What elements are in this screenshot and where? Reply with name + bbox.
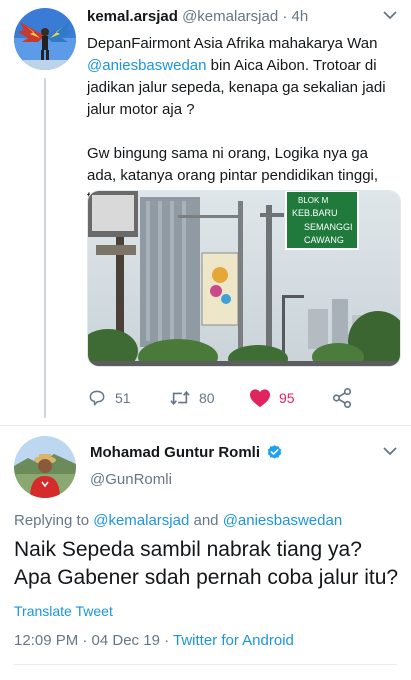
main-avatar[interactable] bbox=[14, 436, 76, 498]
main-display-name[interactable]: Mohamad Guntur Romli bbox=[90, 444, 260, 461]
tweet-text-line: Apa Gabener sdah pernah coba jalur itu? bbox=[14, 566, 399, 589]
tweet-divider bbox=[0, 425, 411, 426]
translate-tweet-link[interactable]: Translate Tweet bbox=[14, 603, 113, 619]
replying-user-link[interactable]: @kemalarsjad bbox=[93, 512, 189, 529]
sign-text-blok: BLOK M bbox=[298, 196, 329, 205]
verified-badge-icon bbox=[267, 445, 282, 459]
sign-text-kebbaru: KEB.BARU bbox=[292, 208, 338, 218]
main-display-name-row: Mohamad Guntur Romli bbox=[90, 444, 283, 461]
sign-text-cawang: CAWANG bbox=[304, 235, 344, 245]
like-count: 95 bbox=[279, 390, 295, 406]
reply-icon bbox=[89, 390, 105, 406]
main-tweet-text: Naik Sepeda sambil nabrak tiang ya? Apa … bbox=[14, 536, 409, 592]
retweet-count: 80 bbox=[199, 390, 215, 406]
tweet-meta: 12:09 PM · 04 Dec 19 · Twitter for Andro… bbox=[14, 632, 294, 649]
share-icon bbox=[332, 388, 352, 408]
tweet-source-link[interactable]: Twitter for Android bbox=[173, 632, 294, 649]
sign-text-semanggi: SEMANGGI bbox=[304, 222, 353, 232]
parent-avatar[interactable] bbox=[14, 8, 76, 70]
tweet-divider bbox=[14, 664, 397, 665]
retweet-icon bbox=[170, 390, 190, 406]
replying-prefix: Replying to bbox=[14, 512, 94, 529]
parent-display-name[interactable]: kemal.arsjad bbox=[87, 8, 178, 25]
chevron-down-icon[interactable] bbox=[383, 446, 397, 456]
parent-tweet[interactable]: kemal.arsjad @kemalarsjad · 4h DepanFair… bbox=[0, 0, 411, 425]
replying-user-link[interactable]: @aniesbaswedan bbox=[223, 512, 342, 529]
reply-button[interactable]: 51 bbox=[87, 385, 131, 411]
parent-time[interactable]: · 4h bbox=[282, 8, 308, 25]
share-button[interactable] bbox=[331, 385, 361, 411]
tweet-photo[interactable]: BLOK M KEB.BARU SEMANGGI CAWANG bbox=[87, 190, 401, 367]
like-button[interactable]: 95 bbox=[249, 385, 295, 411]
parent-handle[interactable]: @kemalarsjad bbox=[182, 8, 278, 25]
parent-tweet-text: DepanFairmont Asia Afrika mahakarya Wan … bbox=[87, 33, 397, 209]
mention-link[interactable]: @aniesbaswedan bbox=[87, 57, 206, 74]
tweet-text-line: Naik Sepeda sambil nabrak tiang ya? bbox=[14, 538, 362, 561]
replying-and: and bbox=[189, 512, 223, 529]
main-handle[interactable]: @GunRomli bbox=[90, 471, 172, 488]
reply-count: 51 bbox=[115, 390, 131, 406]
chevron-down-icon[interactable] bbox=[383, 10, 397, 20]
parent-tweet-header: kemal.arsjad @kemalarsjad · 4h bbox=[87, 8, 308, 25]
retweet-button[interactable]: 80 bbox=[169, 385, 215, 411]
heart-icon bbox=[250, 389, 270, 408]
tweet-actions: 51 80 95 bbox=[87, 385, 397, 411]
replying-to: Replying to @kemalarsjad and @aniesbaswe… bbox=[14, 512, 342, 529]
tweet-text-segment: DepanFairmont Asia Afrika mahakarya Wan bbox=[87, 35, 378, 52]
tweet-timestamp[interactable]: 12:09 PM · 04 Dec 19 · bbox=[14, 632, 173, 649]
